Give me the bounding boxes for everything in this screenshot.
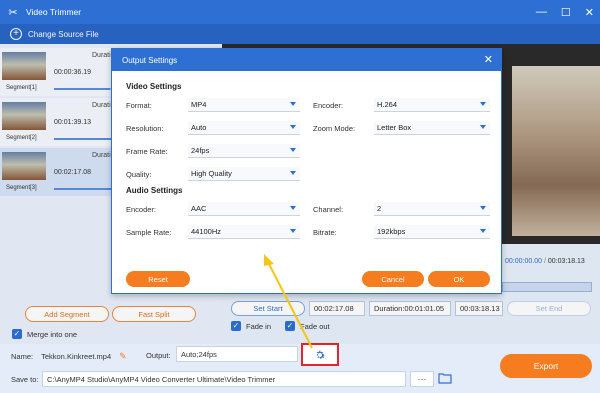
chevron-down-icon [480,206,486,210]
cancel-button[interactable]: Cancel [362,271,424,287]
audio-encoder-select[interactable]: AAC [188,202,300,216]
channel-select[interactable]: 2 [374,202,490,216]
dialog-title: Output Settings [122,55,178,65]
name-label: Name: [11,352,34,361]
output-label: Output: [146,351,171,360]
video-settings-heading: Video Settings [126,82,182,91]
minimize-button[interactable]: — [536,6,547,18]
save-path-field[interactable]: C:\AnyMP4 Studio\AnyMP4 Video Converter … [42,371,406,387]
app-title: Video Trimmer [26,7,82,17]
window-controls: — ☐ ✕ [536,0,594,24]
sample-rate-select[interactable]: 44100Hz [188,225,300,239]
audio-settings-heading: Audio Settings [126,186,183,195]
frame-rate-label: Frame Rate: [126,147,168,156]
bitrate-value: 192kbps [377,227,406,236]
reset-button[interactable]: Reset [126,271,190,287]
encoder-value: H.264 [377,100,398,109]
encoder-label: Encoder: [313,101,344,110]
zoom-mode-value: Letter Box [377,123,412,132]
sample-rate-value: 44100Hz [191,227,222,236]
gear-icon [316,350,325,359]
output-settings-button[interactable] [301,343,339,366]
title-bar: ✂ Video Trimmer — ☐ ✕ [0,0,600,24]
quality-value: High Quality [191,169,232,178]
dialog-close-icon[interactable]: ✕ [484,53,493,66]
chevron-down-icon [480,102,486,106]
name-row: Name: Tekkon.Kinkreet.mp4 ✎ [11,351,127,362]
bitrate-label: Bitrate: [313,228,337,237]
chevron-down-icon [290,171,296,175]
ok-button[interactable]: OK [428,271,490,287]
format-value: MP4 [191,100,207,109]
frame-rate-select[interactable]: 24fps [188,144,300,158]
chevron-down-icon [480,125,486,129]
quality-label: Quality: [126,170,152,179]
sample-rate-label: Sample Rate: [126,228,172,237]
export-button[interactable]: Export [500,354,592,378]
format-select[interactable]: MP4 [188,98,300,112]
chevron-down-icon [290,148,296,152]
maximize-button[interactable]: ☐ [561,6,571,19]
folder-icon[interactable] [438,372,452,384]
quality-select[interactable]: High Quality [188,167,300,181]
frame-rate-value: 24fps [191,146,210,155]
chevron-down-icon [290,206,296,210]
output-field: Auto;24fps [176,346,298,362]
audio-encoder-label: Encoder: [126,205,157,214]
browse-button[interactable]: ··· [410,371,434,387]
chevron-down-icon [480,229,486,233]
resolution-value: Auto [191,123,207,132]
channel-value: 2 [377,204,382,213]
close-window-button[interactable]: ✕ [585,6,594,19]
chevron-down-icon [290,102,296,106]
format-label: Format: [126,101,152,110]
zoom-mode-label: Zoom Mode: [313,124,356,133]
pencil-icon[interactable]: ✎ [119,351,127,362]
encoder-select[interactable]: H.264 [374,98,490,112]
audio-encoder-value: AAC [191,204,207,213]
save-to-label: Save to: [11,375,39,384]
bitrate-select[interactable]: 192kbps [374,225,490,239]
dialog-title-bar: Output Settings ✕ [112,49,501,71]
channel-label: Channel: [313,205,344,214]
resolution-select[interactable]: Auto [188,121,300,135]
zoom-mode-select[interactable]: Letter Box [374,121,490,135]
chevron-down-icon [290,125,296,129]
scissors-icon: ✂ [8,6,18,19]
file-name: Tekkon.Kinkreet.mp4 [41,352,112,361]
chevron-down-icon [290,229,296,233]
output-settings-dialog: Output Settings ✕ Video Settings Format:… [111,48,502,294]
resolution-label: Resolution: [126,124,164,133]
